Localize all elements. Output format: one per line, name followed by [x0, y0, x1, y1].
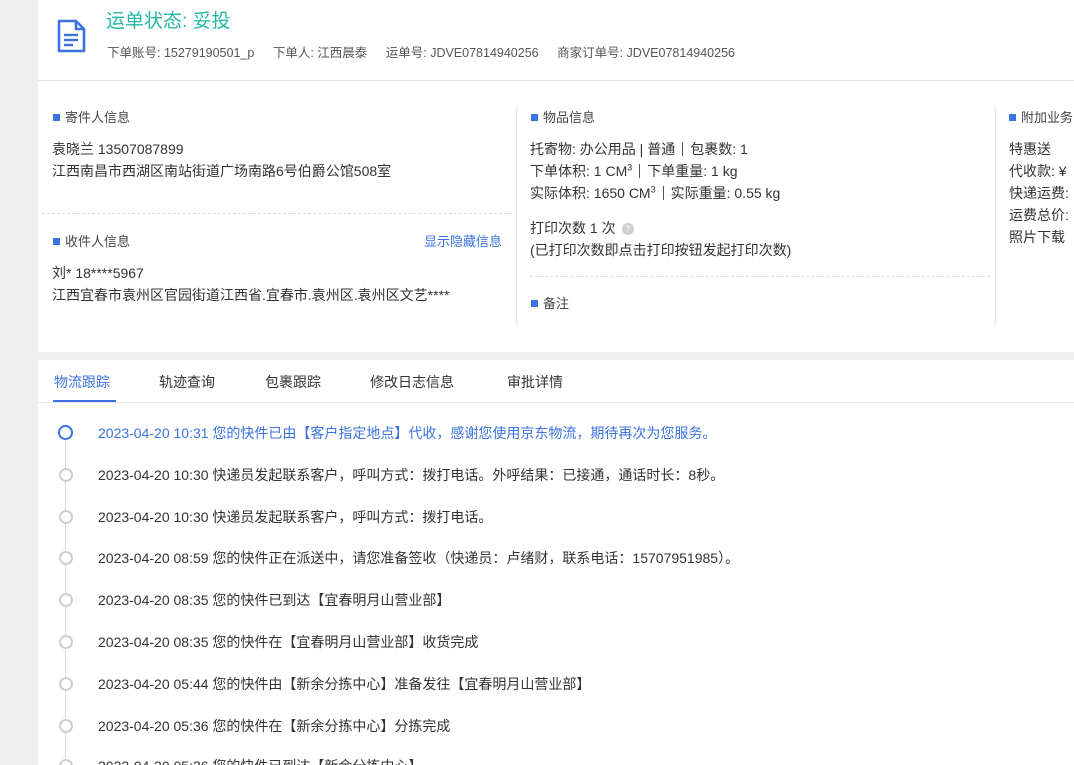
document-icon	[57, 19, 86, 53]
print-count: 打印次数 1 次?	[530, 218, 634, 238]
info-panel: 寄件人信息 袁晓兰 13507087899 江西南昌市西湖区南站街道广场南路6号…	[38, 81, 1074, 352]
tab-package-tracking[interactable]: 包裹跟踪	[265, 372, 321, 392]
tracking-panel: 物流跟踪 轨迹查询 包裹跟踪 修改日志信息 审批详情 2023-04-20 10…	[38, 360, 1074, 765]
separator	[639, 164, 641, 178]
tab-bar: 物流跟踪 轨迹查询 包裹跟踪 修改日志信息 审批详情	[38, 360, 1074, 403]
waybill-status: 运单状态: 妥投	[106, 11, 231, 32]
waybill-header: 运单状态: 妥投 下单账号: 15279190501_p 下单人: 江西晨泰 运…	[38, 0, 1074, 81]
receiver-address: 江西宜春市袁州区官园街道江西省.宜春市.袁州区.袁州区文艺****	[52, 287, 450, 303]
divider	[530, 276, 990, 277]
timeline-item: 2023-04-20 08:35 您的快件在【宜春明月山营业部】收货完成	[38, 632, 1074, 652]
extra-item: 代收款: ¥	[1009, 163, 1067, 179]
goods-line-2: 下单体积: 1 CM3 下单重量: 1 kg	[530, 161, 738, 181]
receiver-name-phone: 刘* 18****5967	[52, 265, 144, 281]
waybill-number: 运单号: JDVE07814940256	[385, 46, 539, 60]
timeline-dot-icon	[59, 759, 73, 765]
timeline-item: 2023-04-20 10:31 您的快件已由【客户指定地点】代收，感谢您使用京…	[38, 423, 1074, 443]
goods-line-3: 实际体积: 1650 CM3 实际重量: 0.55 kg	[530, 183, 780, 203]
active-tab-indicator	[53, 400, 116, 402]
print-note: (已打印次数即点击打印按钮发起打印次数)	[530, 242, 792, 258]
separator	[662, 186, 664, 200]
extra-item: 运费总价:	[1009, 207, 1069, 223]
order-meta: 下单账号: 15279190501_p 下单人: 江西晨泰 运单号: JDVE0…	[107, 42, 750, 61]
photo-download-link[interactable]: 照片下载	[1009, 227, 1065, 247]
order-account: 下单账号: 15279190501_p	[107, 46, 255, 60]
timeline-dot-icon	[59, 593, 73, 607]
divider	[516, 107, 517, 325]
timeline-item: 2023-04-20 05:36 您的快件已到达【新余分拣中心】	[38, 756, 1074, 765]
left-margin	[0, 0, 38, 765]
timeline-text: 2023-04-20 05:36 您的快件已到达【新余分拣中心】	[98, 756, 422, 765]
timeline-dot-icon	[59, 677, 73, 691]
timeline-text: 2023-04-20 08:35 您的快件已到达【宜春明月山营业部】	[98, 592, 451, 608]
timeline-dot-icon	[59, 635, 73, 649]
extra-services-title: 附加业务	[1009, 107, 1073, 126]
actual-volume: 实际体积: 1650 CM3	[530, 184, 656, 201]
tab-logistics-tracking[interactable]: 物流跟踪	[54, 372, 110, 392]
timeline-item: 2023-04-20 10:30 快递员发起联系客户，呼叫方式：拨打电话。外呼结…	[38, 465, 1074, 485]
remark-title: 备注	[531, 293, 569, 312]
orderer: 下单人: 江西晨泰	[272, 46, 368, 60]
goods-type: 托寄物: 办公用品 | 普通	[530, 141, 676, 157]
timeline-text: 2023-04-20 10:30 快递员发起联系客户，呼叫方式：拨打电话。	[98, 509, 493, 525]
timeline-text: 2023-04-20 08:35 您的快件在【宜春明月山营业部】收货完成	[98, 634, 479, 650]
divider	[995, 107, 996, 325]
actual-weight: 实际重量: 0.55 kg	[670, 185, 781, 201]
extra-item: 特惠送	[1009, 141, 1051, 157]
timeline-text: 2023-04-20 10:30 快递员发起联系客户，呼叫方式：拨打电话。外呼结…	[98, 467, 725, 483]
timeline-dot-icon	[59, 719, 73, 733]
receiver-title: 收件人信息	[53, 231, 130, 250]
separator	[682, 142, 684, 156]
divider	[42, 213, 512, 214]
order-volume: 下单体积: 1 CM3	[530, 162, 633, 179]
help-icon[interactable]: ?	[621, 223, 634, 235]
sender-title: 寄件人信息	[53, 107, 130, 126]
goods-line-1: 托寄物: 办公用品 | 普通 包裹数: 1	[530, 139, 748, 159]
show-hidden-info-link[interactable]: 显示隐藏信息	[424, 231, 502, 250]
timeline-item: 2023-04-20 08:35 您的快件已到达【宜春明月山营业部】	[38, 590, 1074, 610]
tab-change-log[interactable]: 修改日志信息	[370, 372, 454, 392]
sender-name-phone: 袁晓兰 13507087899	[52, 141, 184, 157]
timeline-item: 2023-04-20 08:59 您的快件正在派送中，请您准备签收（快递员：卢绪…	[38, 548, 1074, 568]
extra-item: 快递运费:	[1009, 185, 1069, 201]
timeline-text: 2023-04-20 08:59 您的快件正在派送中，请您准备签收（快递员：卢绪…	[98, 550, 740, 566]
timeline-item: 2023-04-20 05:36 您的快件在【新余分拣中心】分拣完成	[38, 716, 1074, 736]
timeline-dot-icon	[58, 425, 73, 440]
timeline-item: 2023-04-20 10:30 快递员发起联系客户，呼叫方式：拨打电话。	[38, 507, 1074, 527]
tab-approval-details[interactable]: 审批详情	[507, 372, 563, 392]
timeline-dot-icon	[59, 551, 73, 565]
merchant-order-number: 商家订单号: JDVE07814940256	[557, 46, 735, 60]
timeline-dot-icon	[59, 468, 73, 482]
timeline-text: 2023-04-20 05:44 您的快件由【新余分拣中心】准备发往【宜春明月山…	[98, 676, 591, 692]
package-count: 包裹数: 1	[690, 141, 748, 157]
goods-title: 物品信息	[531, 107, 595, 126]
timeline-item: 2023-04-20 05:44 您的快件由【新余分拣中心】准备发往【宜春明月山…	[38, 674, 1074, 694]
sender-address: 江西南昌市西湖区南站街道广场南路6号伯爵公馆508室	[52, 163, 392, 179]
timeline-dot-icon	[59, 510, 73, 524]
tab-trajectory-query[interactable]: 轨迹查询	[159, 372, 215, 392]
order-weight: 下单重量: 1 kg	[647, 163, 738, 179]
timeline-text: 2023-04-20 05:36 您的快件在【新余分拣中心】分拣完成	[98, 718, 451, 734]
timeline-text: 2023-04-20 10:31 您的快件已由【客户指定地点】代收，感谢您使用京…	[98, 425, 717, 441]
